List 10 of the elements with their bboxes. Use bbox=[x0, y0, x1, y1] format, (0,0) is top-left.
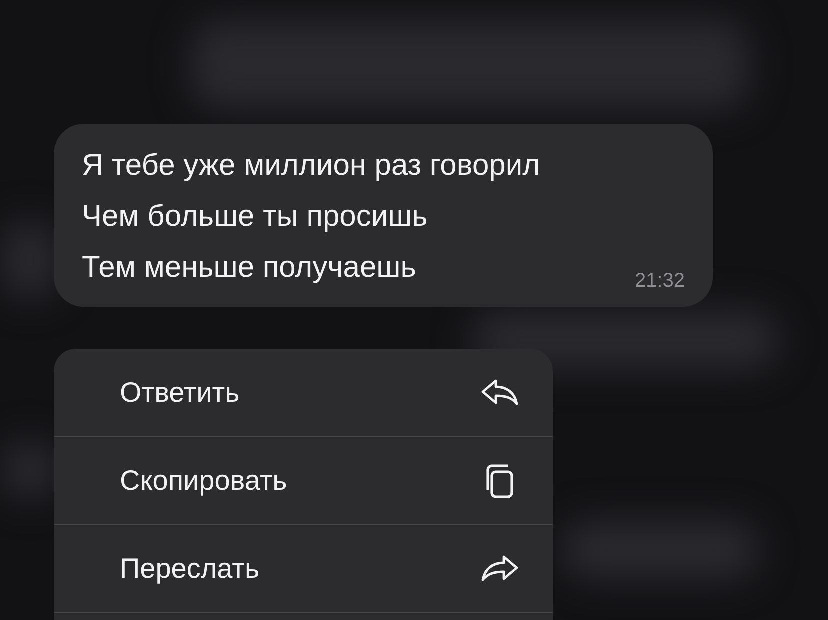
message-time: 21:32 bbox=[634, 270, 685, 293]
message-text: Я тебе уже миллион раз говорил bbox=[82, 148, 540, 184]
menu-item-label: Ответить bbox=[120, 376, 240, 408]
message-text: Тем меньше получаешь bbox=[82, 250, 416, 286]
menu-item[interactable]: Переслать bbox=[54, 525, 553, 613]
menu-item-label: Переслать bbox=[120, 552, 260, 584]
menu-item[interactable]: Ответить bbox=[54, 349, 553, 437]
menu-item-label: Скопировать bbox=[120, 464, 288, 496]
message-text: Чем больше ты просишь bbox=[82, 199, 428, 235]
menu-item[interactable]: Скопировать bbox=[54, 437, 553, 525]
